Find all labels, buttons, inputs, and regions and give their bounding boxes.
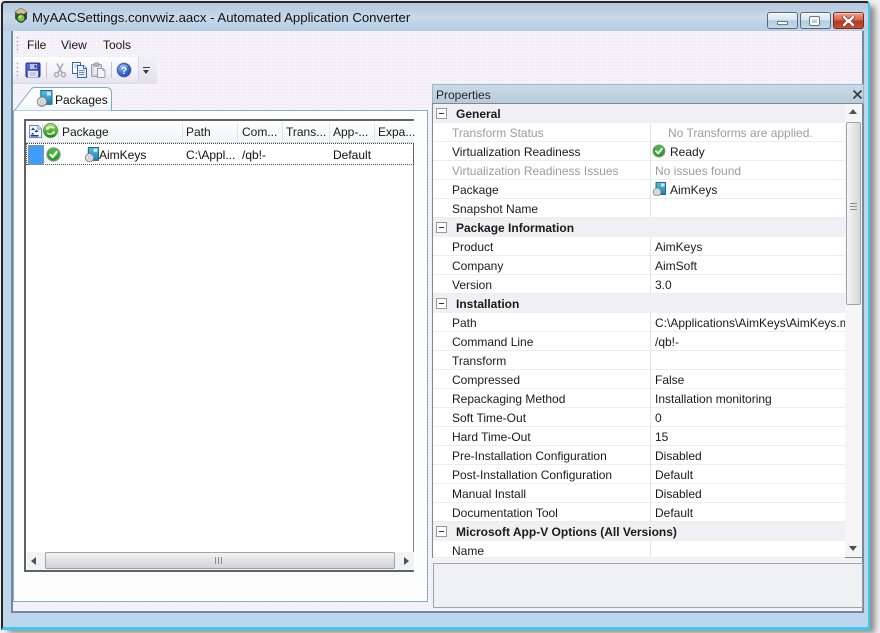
svg-text:?: ? xyxy=(121,66,127,77)
